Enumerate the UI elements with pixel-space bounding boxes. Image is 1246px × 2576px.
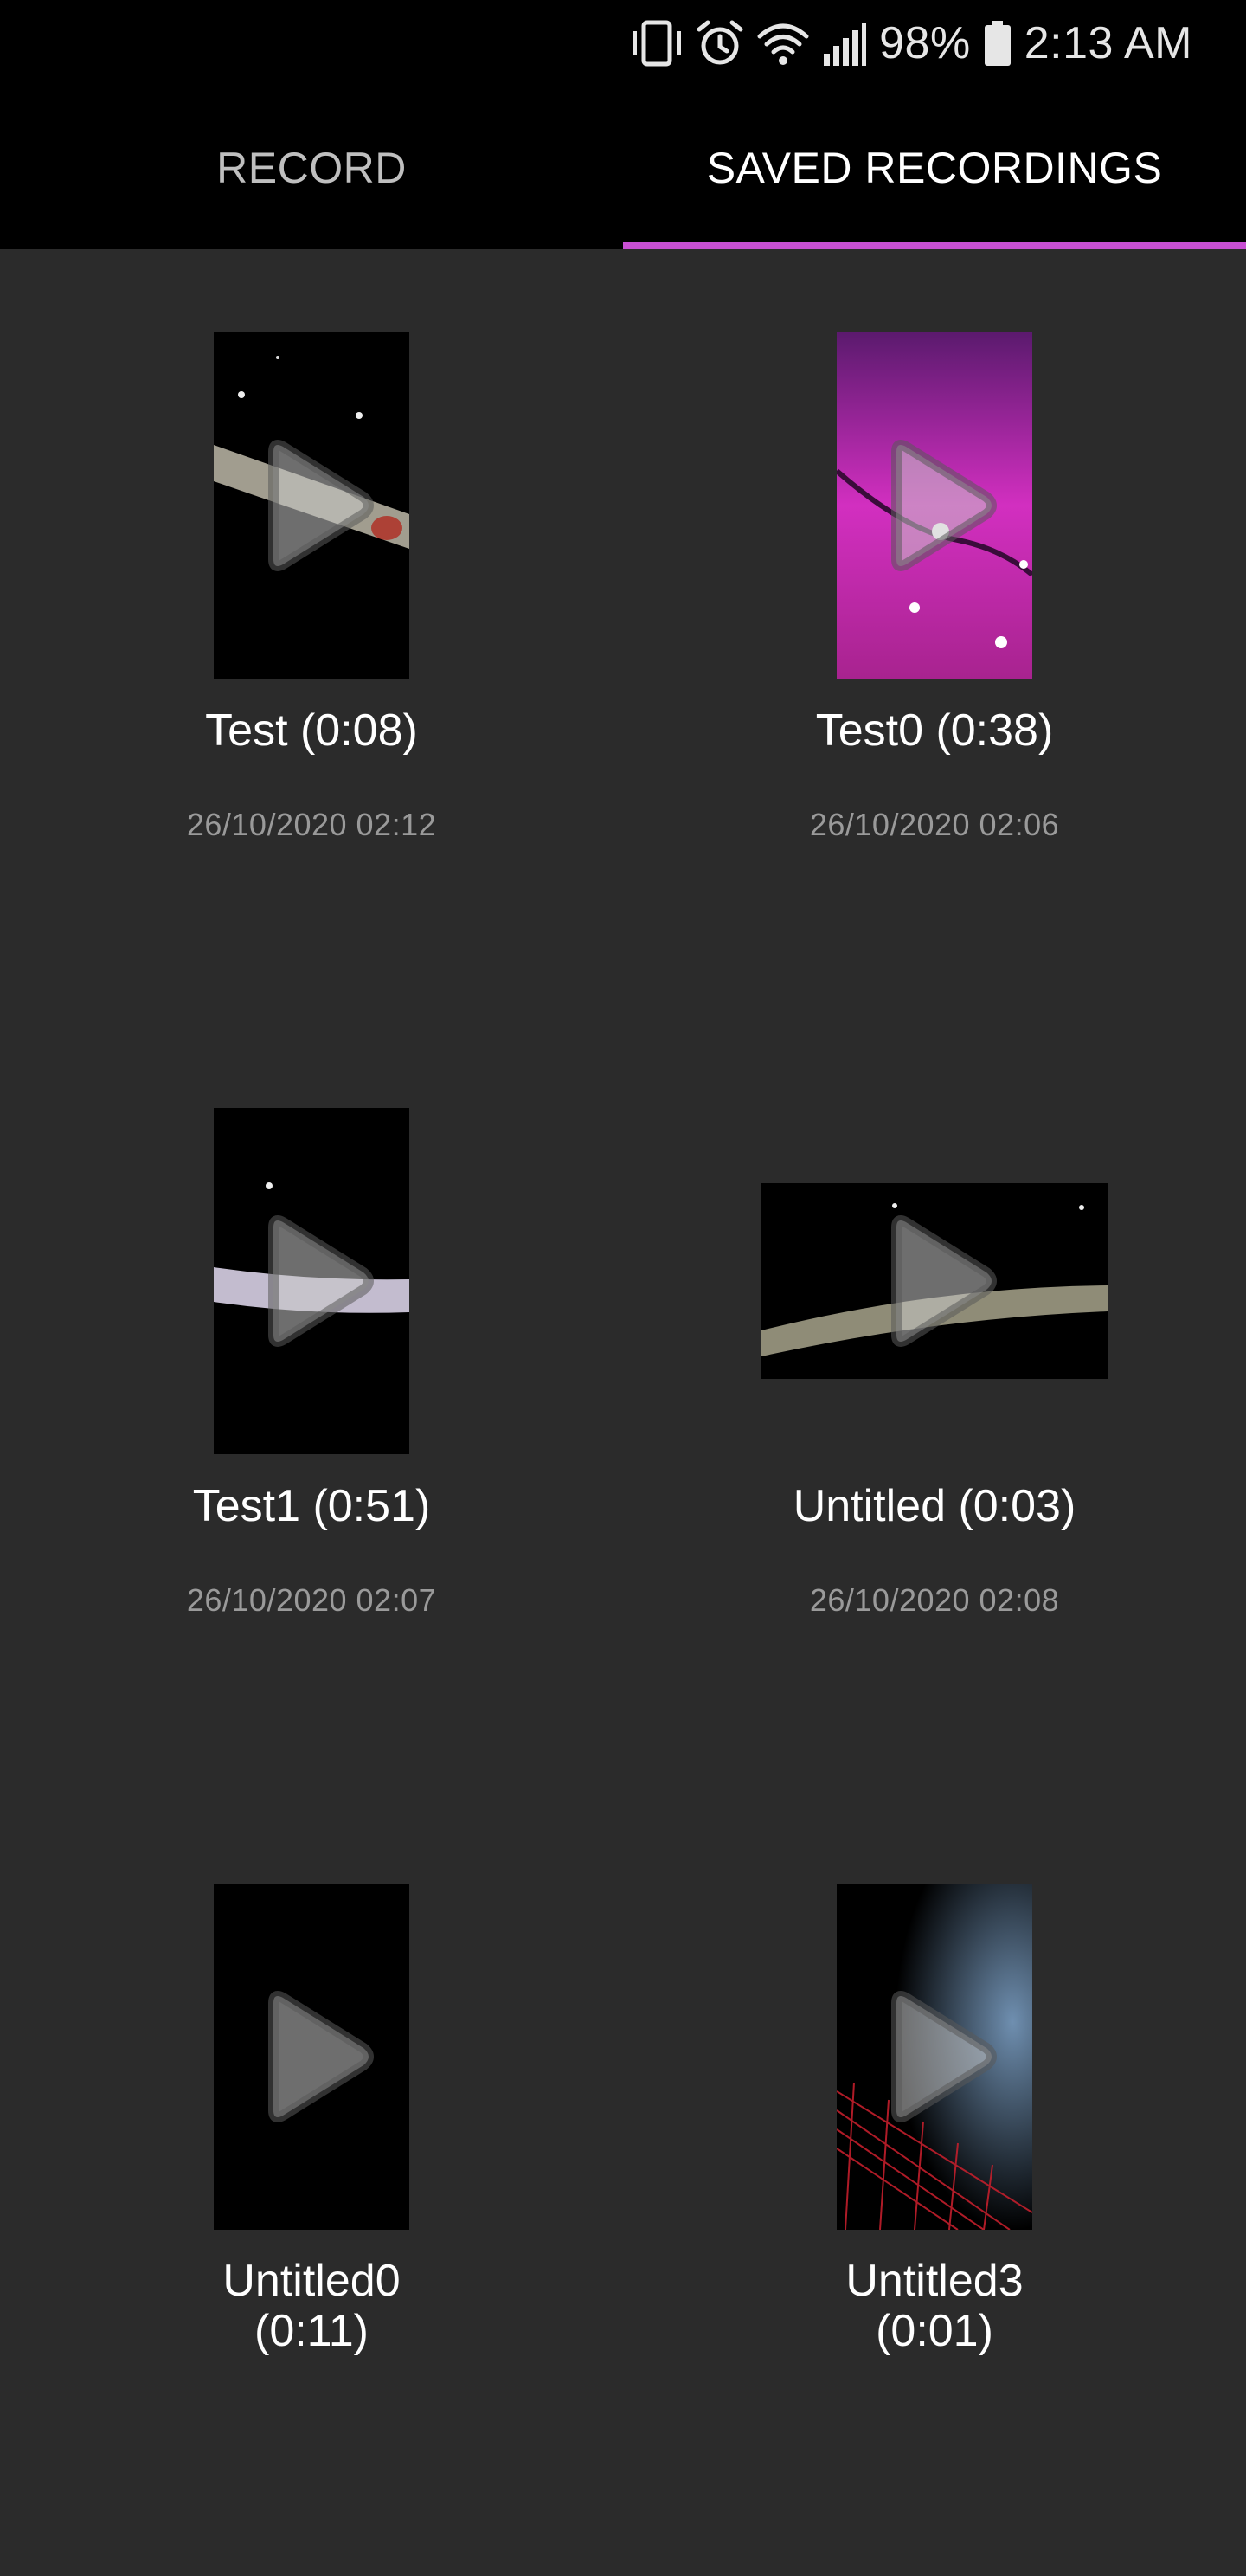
recording-title: Untitled (0:03) (793, 1481, 1076, 1531)
recording-item[interactable]: Test0 (0:38) 26/10/2020 02:06 (623, 249, 1246, 1025)
battery-percent: 98% (879, 18, 971, 68)
recording-item[interactable]: Untitled0 (0:11) (0, 1800, 623, 2576)
recording-title: Test1 (0:51) (192, 1481, 431, 1531)
play-icon (857, 1979, 1012, 2135)
recording-item[interactable]: Untitled (0:03) 26/10/2020 02:08 (623, 1025, 1246, 1800)
tab-bar: RECORD SAVED RECORDINGS (0, 87, 1246, 249)
recording-date: 26/10/2020 02:12 (186, 807, 437, 842)
recording-item[interactable]: Test1 (0:51) 26/10/2020 02:07 (0, 1025, 623, 1800)
tab-saved-recordings-label: SAVED RECORDINGS (706, 144, 1163, 192)
status-bar: 98% 2:13 AM (0, 0, 1246, 87)
vibrate-icon (633, 20, 682, 67)
video-thumbnail[interactable] (214, 332, 409, 679)
play-icon (234, 1203, 389, 1359)
play-icon (857, 1203, 1012, 1359)
recording-item[interactable]: Untitled3 (0:01) (623, 1800, 1246, 2576)
recording-title: Test (0:08) (205, 705, 418, 756)
play-icon (234, 428, 389, 583)
wifi-icon (757, 23, 809, 65)
play-icon (857, 428, 1012, 583)
recording-title-line: (0:01) (876, 2306, 993, 2356)
battery-icon (984, 21, 1011, 66)
recording-title-line: Untitled0 (222, 2256, 401, 2306)
video-thumbnail[interactable] (214, 1884, 409, 2230)
tab-record-label: RECORD (216, 144, 407, 192)
recording-title: Test0 (0:38) (815, 705, 1054, 756)
recording-title-line: (0:11) (254, 2306, 369, 2356)
recording-item[interactable]: Test (0:08) 26/10/2020 02:12 (0, 249, 623, 1025)
video-thumbnail[interactable] (214, 1108, 409, 1454)
recording-date: 26/10/2020 02:06 (809, 807, 1060, 842)
recording-title: Untitled3 (0:01) (623, 2256, 1246, 2356)
recording-date: 26/10/2020 02:07 (186, 1582, 437, 1618)
tab-saved-recordings[interactable]: SAVED RECORDINGS (623, 87, 1246, 249)
recording-date: 26/10/2020 02:08 (809, 1582, 1060, 1618)
clock-time: 2:13 AM (1024, 18, 1192, 68)
alarm-icon (697, 20, 743, 65)
recording-title: Untitled0 (0:11) (0, 2256, 623, 2356)
video-thumbnail[interactable] (837, 332, 1032, 679)
signal-icon (824, 23, 867, 66)
recording-title-line: Untitled3 (845, 2256, 1024, 2306)
video-thumbnail[interactable] (761, 1183, 1108, 1379)
play-icon (234, 1979, 389, 2135)
video-thumbnail[interactable] (837, 1884, 1032, 2230)
active-tab-indicator (623, 242, 1246, 249)
tab-record[interactable]: RECORD (0, 87, 623, 249)
